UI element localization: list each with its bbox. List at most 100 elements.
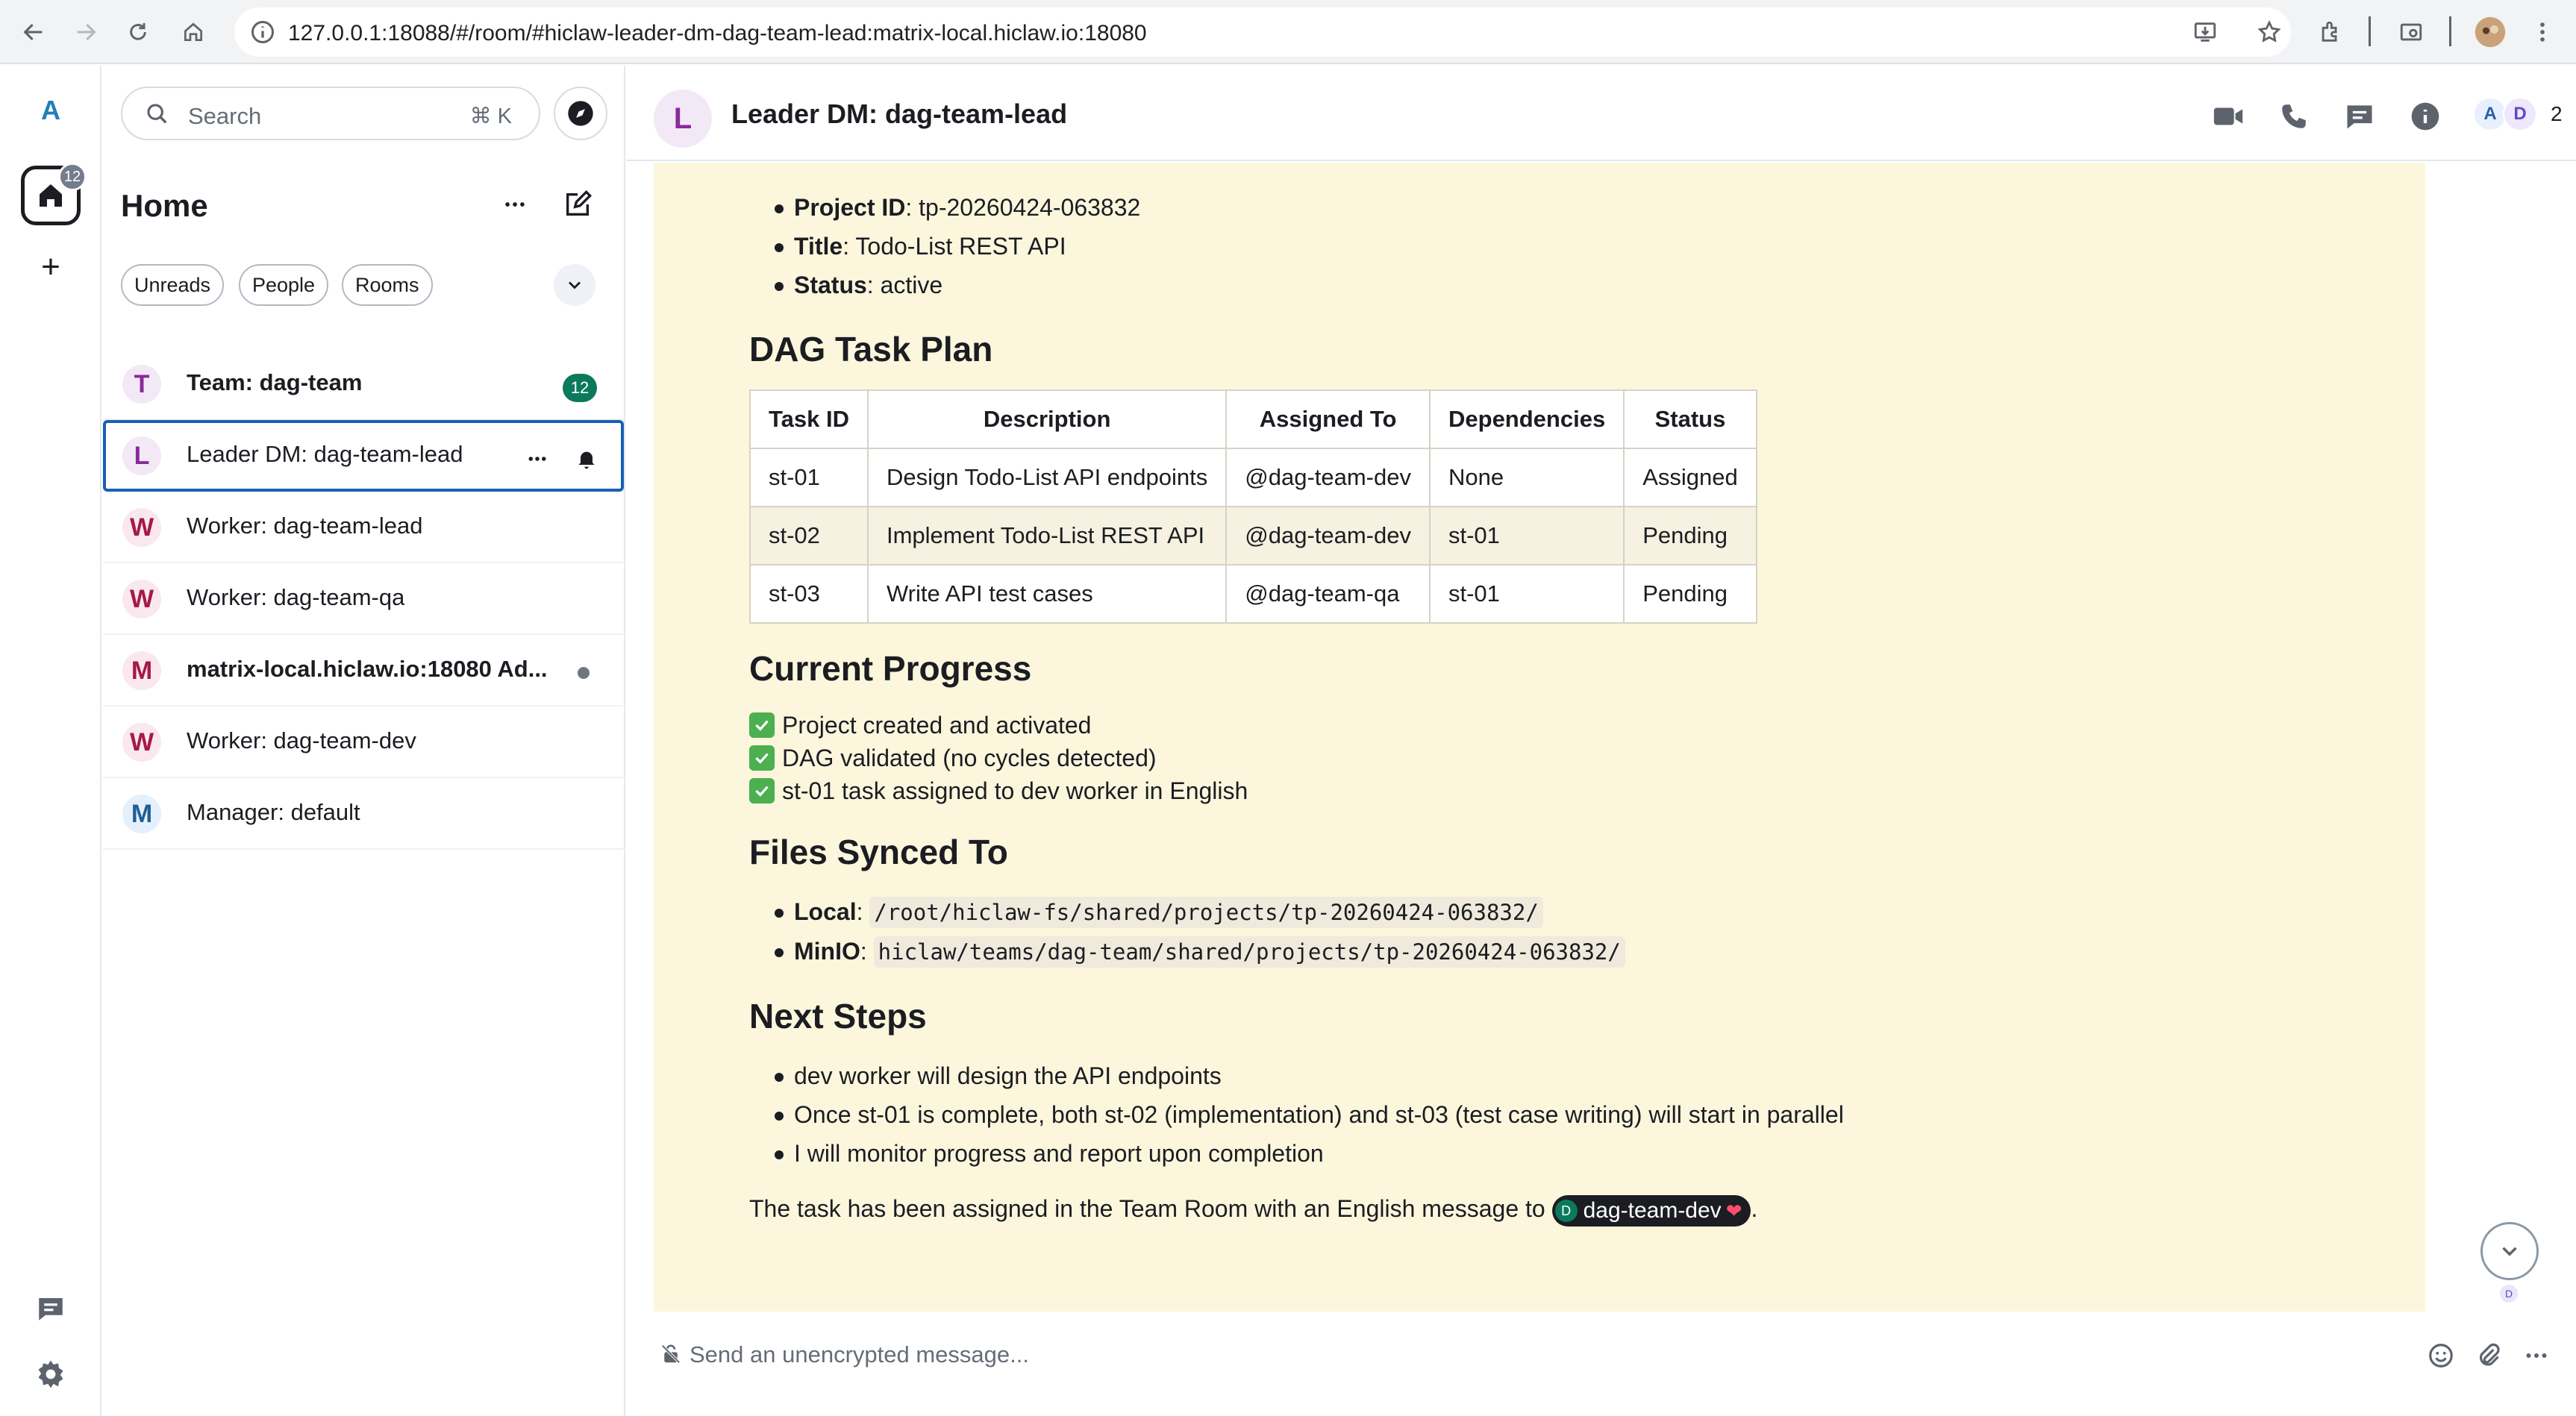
room-title[interactable]: Leader DM: dag-team-lead bbox=[731, 98, 1067, 130]
list-item: Local: /root/hiclaw-fs/shared/projects/t… bbox=[749, 892, 2391, 932]
create-space-button[interactable]: + bbox=[34, 251, 67, 283]
threads-icon[interactable] bbox=[2339, 95, 2380, 137]
filter-unreads[interactable]: Unreads bbox=[121, 264, 225, 306]
site-info-icon[interactable] bbox=[249, 19, 276, 46]
video-call-icon[interactable] bbox=[2207, 95, 2249, 137]
toolbar-divider bbox=[2449, 16, 2451, 46]
unencrypted-icon bbox=[661, 1344, 681, 1364]
table-row: st-03 Write API test cases @dag-team-qa st-… bbox=[749, 564, 1757, 624]
reload-button[interactable] bbox=[119, 13, 157, 51]
forward-button[interactable] bbox=[67, 13, 104, 51]
project-info-list: Project ID: tp-20260424-063832 Title: To… bbox=[749, 188, 2391, 304]
room-header: L Leader DM: dag-team-lead A D 2 bbox=[627, 66, 2576, 161]
inline-code: /root/hiclaw-fs/shared/projects/tp-20260… bbox=[869, 897, 1543, 928]
member-count: 2 bbox=[2551, 102, 2563, 125]
list-item: Project ID: tp-20260424-063832 bbox=[749, 188, 2391, 227]
back-button[interactable] bbox=[15, 13, 52, 51]
table-row: st-01 Design Todo-List API endpoints @dag-… bbox=[749, 448, 1757, 507]
room-list-item[interactable]: W Worker: dag-team-lead bbox=[103, 492, 625, 563]
home-page-button[interactable] bbox=[175, 13, 212, 51]
notification-bell-icon[interactable] bbox=[570, 442, 603, 475]
filter-people[interactable]: People bbox=[239, 264, 329, 306]
url-text[interactable]: 127.0.0.1:18088/#/room/#hiclaw-leader-dm… bbox=[288, 21, 1147, 46]
attachment-icon[interactable] bbox=[2472, 1338, 2506, 1373]
read-receipt-avatar[interactable]: D bbox=[2500, 1285, 2518, 1303]
room-options-icon[interactable] bbox=[521, 442, 554, 475]
room-list-item[interactable]: W Worker: dag-team-dev bbox=[103, 707, 625, 778]
compose-icon bbox=[566, 189, 593, 216]
message-composer: Send an unencrypted message... bbox=[627, 1316, 2576, 1416]
more-options-icon[interactable] bbox=[2519, 1338, 2554, 1373]
compose-button[interactable] bbox=[558, 185, 597, 224]
extensions-icon[interactable] bbox=[2312, 13, 2349, 51]
threads-icon[interactable] bbox=[31, 1289, 70, 1328]
room-list-item[interactable]: Mmatrix-local.hiclaw.io:18080 Ad... bbox=[103, 635, 625, 707]
message-input[interactable]: Send an unencrypted message... bbox=[690, 1341, 1029, 1368]
room-list-item[interactable]: L Leader DM: dag-team-lead bbox=[103, 420, 624, 492]
room-list-item[interactable]: T Team: dag-team 12 bbox=[103, 348, 625, 420]
home-unread-badge: 12 bbox=[58, 163, 87, 191]
room-avatar: M bbox=[122, 651, 161, 690]
table-header-cell: Dependencies bbox=[1428, 389, 1625, 449]
room-name: Team: dag-team bbox=[187, 369, 363, 395]
progress-item: Project created and activated bbox=[749, 709, 2391, 742]
bookmark-star-icon[interactable] bbox=[2251, 13, 2288, 51]
room-list-item[interactable]: M Manager: default bbox=[103, 778, 625, 850]
table-cell: None bbox=[1428, 448, 1625, 507]
list-item: Status: active bbox=[749, 266, 2391, 304]
browser-toolbar: 127.0.0.1:18088/#/room/#hiclaw-leader-dm… bbox=[0, 0, 2576, 64]
table-header-row: Task ID Description Assigned To Dependencie… bbox=[749, 389, 1757, 449]
next-heading: Next Steps bbox=[749, 997, 927, 1036]
table-cell: Write API test cases bbox=[866, 564, 1228, 624]
files-heading: Files Synced To bbox=[749, 833, 1008, 871]
search-input[interactable]: Search ⌘ K bbox=[121, 87, 540, 140]
room-avatar[interactable]: L bbox=[654, 90, 712, 148]
home-options-button[interactable] bbox=[495, 185, 534, 224]
table-cell: st-03 bbox=[749, 564, 869, 624]
table-row: st-02 Implement Todo-List REST API @dag-te… bbox=[749, 506, 1757, 566]
explore-rooms-button[interactable] bbox=[554, 87, 607, 140]
unread-dot bbox=[578, 667, 590, 679]
room-name: Leader DM: dag-team-lead bbox=[187, 441, 463, 467]
table-cell: @dag-team-dev bbox=[1225, 506, 1431, 566]
room-list-item[interactable]: W Worker: dag-team-qa bbox=[103, 563, 625, 635]
inline-code: hiclaw/teams/dag-team/shared/projects/tp… bbox=[873, 936, 1625, 968]
settings-gear-icon[interactable] bbox=[31, 1355, 70, 1394]
table-cell: @dag-team-qa bbox=[1225, 564, 1431, 624]
room-info-icon[interactable] bbox=[2404, 95, 2446, 137]
table-header-cell: Status bbox=[1623, 389, 1757, 449]
profile-avatar[interactable] bbox=[2472, 13, 2509, 51]
house-icon bbox=[184, 22, 202, 41]
more-horizontal-icon bbox=[505, 202, 525, 207]
browser-menu-icon[interactable] bbox=[2524, 13, 2561, 51]
room-name: matrix-local.hiclaw.io:18080 Ad... bbox=[187, 656, 548, 682]
jump-to-bottom-button[interactable] bbox=[2480, 1222, 2539, 1280]
message-body: Project ID: tp-20260424-063832 Title: To… bbox=[749, 163, 2391, 1228]
emoji-icon[interactable] bbox=[2424, 1338, 2458, 1373]
dag-heading: DAG Task Plan bbox=[749, 330, 993, 369]
table-cell: Pending bbox=[1623, 506, 1757, 566]
room-name: Manager: default bbox=[187, 799, 360, 825]
voice-call-icon[interactable] bbox=[2273, 95, 2315, 137]
compass-icon bbox=[568, 101, 593, 126]
address-bar[interactable]: 127.0.0.1:18088/#/room/#hiclaw-leader-dm… bbox=[234, 7, 2291, 57]
heart-icon: ❤ bbox=[1725, 1199, 1742, 1222]
table-header-cell: Assigned To bbox=[1225, 389, 1431, 449]
next-steps-list: dev worker will design the API endpoints… bbox=[749, 1056, 2391, 1173]
tab-search-icon[interactable] bbox=[2392, 13, 2430, 51]
table-cell: @dag-team-dev bbox=[1225, 448, 1431, 507]
filter-rooms[interactable]: Rooms bbox=[342, 264, 433, 306]
room-avatar: L bbox=[122, 436, 161, 475]
table-cell: st-01 bbox=[1428, 506, 1625, 566]
member-face-pile[interactable]: A D 2 bbox=[2473, 97, 2563, 131]
filter-expand-button[interactable] bbox=[554, 264, 595, 306]
user-mention-pill[interactable]: Ddag-team-dev ❤ bbox=[1551, 1194, 1751, 1227]
room-avatar: T bbox=[122, 365, 161, 404]
install-app-icon[interactable] bbox=[2186, 13, 2224, 51]
progress-item: st-01 task assigned to dev worker in Eng… bbox=[749, 774, 2391, 807]
room-avatar: W bbox=[122, 580, 161, 618]
progress-text: st-01 task assigned to dev worker in Eng… bbox=[782, 777, 1248, 804]
user-avatar[interactable]: A bbox=[30, 90, 72, 131]
home-heading: Home bbox=[121, 188, 208, 223]
check-mark-icon bbox=[749, 745, 775, 771]
